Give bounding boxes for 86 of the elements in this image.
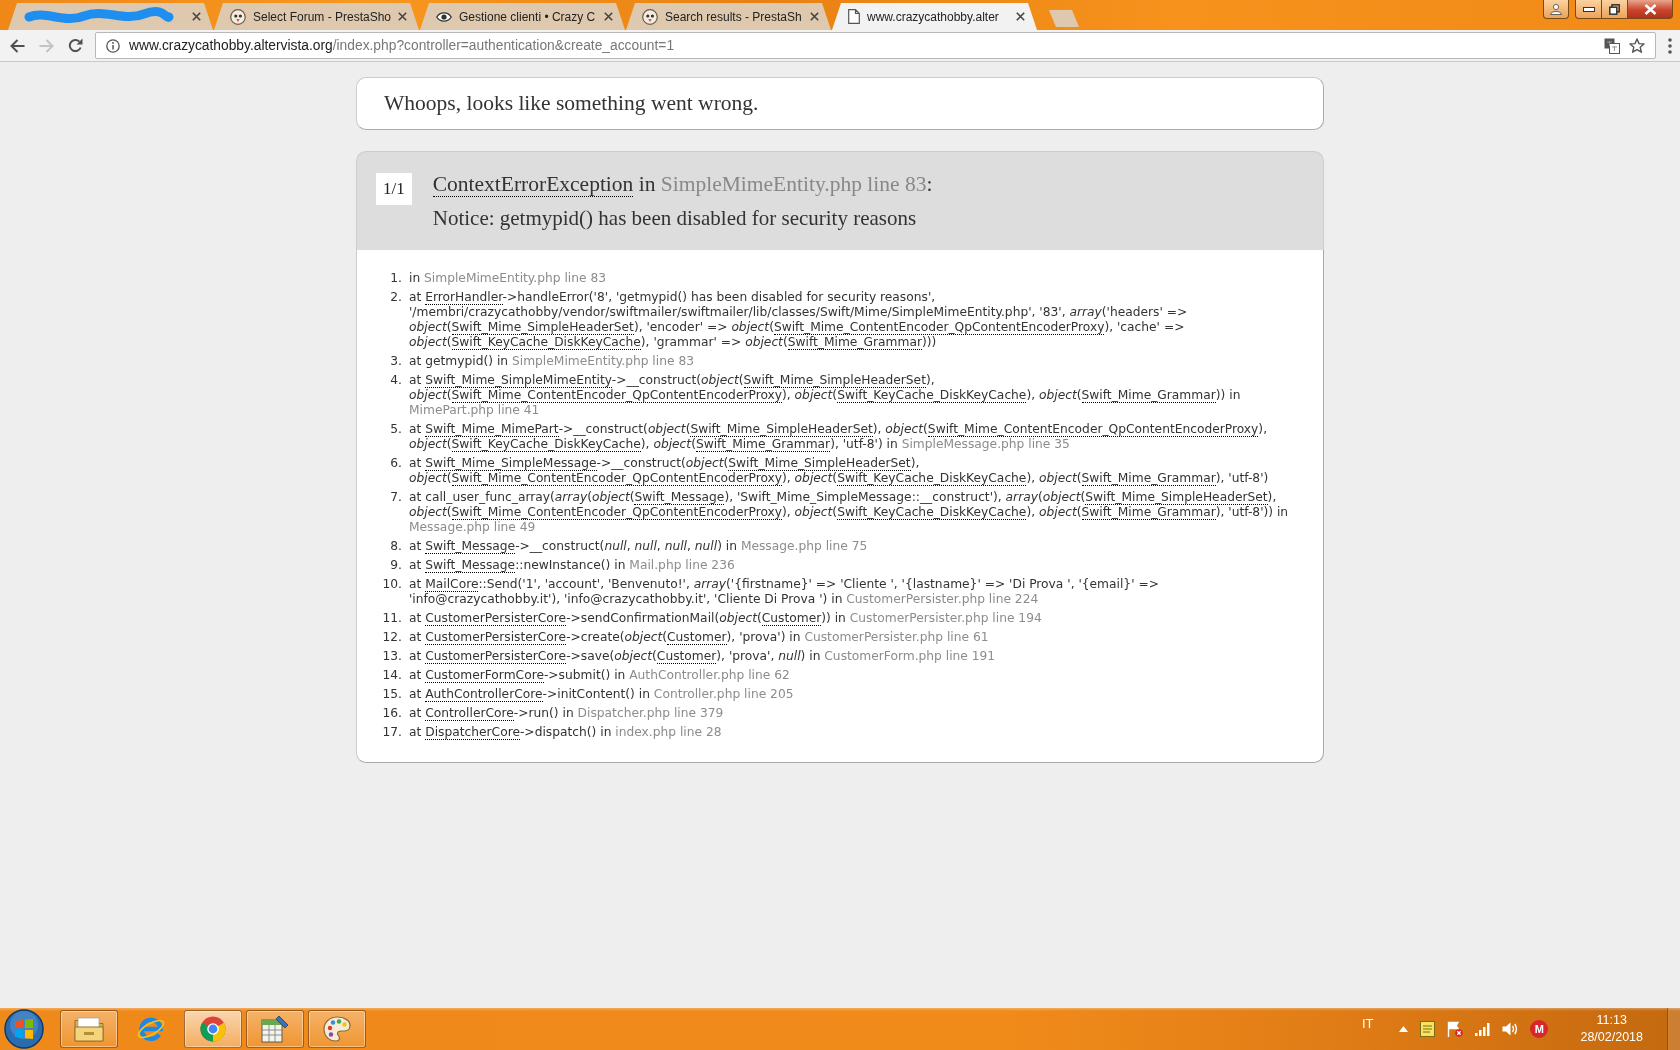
clock-time[interactable]: 11:13 — [1596, 1012, 1627, 1029]
trace-number: 14. — [381, 668, 402, 683]
trace-number: 17. — [381, 725, 402, 740]
folder-icon — [74, 1016, 104, 1042]
close-icon[interactable] — [810, 12, 819, 21]
address-bar[interactable]: www.crazycathobby.altervista.org/index.php?controller=authentication&create_account=1 — [95, 32, 1656, 59]
trace-number: 3. — [389, 354, 402, 369]
taskbar-button[interactable] — [60, 1010, 118, 1048]
speaker-icon[interactable] — [1502, 1022, 1519, 1036]
star-icon[interactable] — [1629, 38, 1645, 53]
close-icon[interactable] — [398, 12, 407, 21]
browser-tab[interactable]: Search results - PrestaSh — [626, 3, 831, 30]
trace-line: at AuthControllerCore->initContent() in Controller.php line 205 — [409, 687, 795, 702]
e-logo-icon — [136, 1015, 166, 1043]
trace-line: at CustomerPersisterCore->sendConfirmationMail(object(Customer)) in CustomerPersister.php line 194 — [409, 611, 1043, 626]
trace-line: at getmypid() in SimpleMimeEntity.php line 83 — [409, 354, 695, 369]
profile-button[interactable] — [1543, 0, 1569, 19]
translate-icon[interactable] — [1604, 37, 1620, 54]
clock-date[interactable]: 28/02/2018 — [1580, 1029, 1643, 1046]
trace-number: 4. — [389, 373, 402, 389]
round-logo-icon — [200, 1016, 226, 1042]
trace-line: at CustomerFormCore->submit() in AuthController.php line 62 — [409, 668, 791, 683]
eye-icon — [436, 11, 452, 22]
trace-line: at MailCore::Send('1', 'account', 'Benvenuto!', array('{firstname}' => 'Cliente ', '{lastname}' => 'Di Prova ', '{email}' => 'info@crazycathobby.it'), 'info@crazycathobby.it', 'Cliente Di Prova ') in CustomerPersister.php line 224 — [409, 577, 1160, 607]
taskbar-button[interactable] — [308, 1010, 366, 1048]
spreadsheet-icon — [261, 1015, 289, 1043]
exception-title: ContextErrorException in SimpleMimeEntity.php line 83: — [432, 172, 933, 196]
info-icon[interactable] — [106, 38, 120, 53]
trace-number: 2. — [389, 290, 402, 306]
trace-line: at ControllerCore->run() in Dispatcher.php line 379 — [409, 706, 725, 721]
exception-message: Notice: getmypid() has been disabled for security reasons — [432, 206, 918, 230]
bird-face-icon — [230, 8, 246, 25]
bird-face-icon — [642, 8, 658, 25]
palette-icon — [323, 1016, 351, 1042]
tray-app-logo[interactable]: M — [1530, 1020, 1549, 1038]
minimize-button[interactable] — [1575, 0, 1602, 19]
signal-icon[interactable] — [1475, 1022, 1491, 1036]
trace-line: at Swift_Mime_SimpleMimeEntity->__construct(object(Swift_Mime_SimpleHeaderSet), object(Swift_Mime_ContentEncoder_QpContentEncoderProxy), object(Swift_KeyCache_DiskKeyCache), object(Swift_Mime_Grammar)) in MimePart.php line 41 — [409, 373, 1242, 418]
trace-line: at CustomerPersisterCore->save(object(Customer), 'prova', null) in CustomerForm.php line 191 — [409, 649, 997, 664]
trace-number: 6. — [389, 456, 402, 472]
trace-line: at Swift_Message->__construct(null, null, null, null) in Message.php line 75 — [409, 539, 869, 554]
trace-line: at Swift_Mime_SimpleMessage->__construct(object(Swift_Mime_SimpleHeaderSet), object(Swift_Mime_ContentEncoder_QpContentEncoderProxy), object(Swift_KeyCache_DiskKeyCache), object(Swift_Mime_Grammar), 'utf-8') — [409, 456, 1270, 486]
trace-line: at CustomerPersisterCore->create(object(Customer), 'prova') in CustomerPersister.php line 61 — [409, 630, 990, 645]
menu-icon[interactable] — [1668, 37, 1672, 54]
person-icon — [1550, 3, 1562, 15]
trace-number: 11. — [381, 611, 402, 626]
flag-icon[interactable] — [1447, 1021, 1464, 1037]
trace-line: at ErrorHandler->handleError('8', 'getmypid() has been disabled for security reasons', '/membri/crazycathobby/vendor/swiftmailer/swiftmailer/lib/classes/Swift/Mime/SimpleMimeEntity.php', '83', array('headers' => object(Swift_Mime_SimpleHeaderSet), 'encoder' => object(Swift_Mime_ContentEncoder_QpContentEncoderProxy), 'cache' => object(Swift_KeyCache_DiskKeyCache), 'grammar' => object(Swift_Mime_Grammar))) — [409, 290, 1189, 350]
close-icon — [1643, 3, 1657, 15]
close-button[interactable] — [1628, 0, 1673, 19]
start-orb-icon[interactable] — [4, 1009, 44, 1049]
trace-line: at call_user_func_array(array(object(Swift_Message), 'Swift_Mime_SimpleMessage::__construct'), array(object(Swift_Mime_SimpleHeaderSet), object(Swift_Mime_ContentEncoder_QpContentEncoderProxy), object(Swift_KeyCache_DiskKeyCache), object(Swift_Mime_Grammar), 'utf-8')) in Message.php line 49 — [409, 490, 1289, 535]
trace-number: 8. — [389, 539, 402, 554]
note-icon[interactable] — [1420, 1021, 1436, 1037]
close-icon[interactable] — [604, 12, 613, 21]
restore-button[interactable] — [1602, 0, 1628, 19]
close-icon[interactable] — [1016, 12, 1025, 21]
trace-number: 5. — [389, 422, 402, 438]
trace-line: at Swift_Message::newInstance() in Mail.php line 236 — [409, 558, 736, 573]
taskbar-button[interactable] — [184, 1010, 242, 1048]
trace-number: 10. — [381, 577, 402, 593]
trace-line: in SimpleMimeEntity.php line 83 — [409, 271, 608, 286]
trace-number: 13. — [381, 649, 402, 664]
browser-tab[interactable]: Gestione clienti • Crazy C — [420, 3, 625, 30]
chevron-up-icon[interactable] — [1399, 1026, 1409, 1032]
trace-line: at Swift_Mime_MimePart->__construct(object(Swift_Mime_SimpleHeaderSet), object(Swift_Mime_ContentEncoder_QpContentEncoderProxy), object(Swift_KeyCache_DiskKeyCache), object(Swift_Mime_Grammar), 'utf-8') in SimpleMessage.php line 35 — [409, 422, 1269, 452]
trace-line: at DispatcherCore->dispatch() in index.php line 28 — [409, 725, 723, 740]
taskbar-button[interactable] — [246, 1010, 304, 1048]
reload-icon[interactable] — [68, 38, 83, 53]
browser-tab[interactable]: www.crazycathobby.alter — [832, 3, 1037, 30]
trace-number: 9. — [389, 558, 402, 573]
minimize-icon — [1582, 6, 1595, 12]
url-text[interactable]: www.crazycathobby.altervista.org/index.php?controller=authentication&create_account=1 — [129, 38, 1595, 53]
trace-number: 1. — [389, 271, 402, 286]
trace-number: 16. — [381, 706, 402, 721]
trace-number: 7. — [389, 490, 402, 506]
error-heading: Whoops, looks like something went wrong. — [384, 91, 759, 116]
show-desktop-button[interactable] — [1667, 1008, 1680, 1050]
close-icon[interactable] — [192, 12, 201, 21]
exception-counter: 1/1 — [376, 173, 412, 205]
trace-number: 15. — [381, 687, 402, 702]
trace-number: 12. — [381, 630, 402, 645]
restore-icon — [1609, 3, 1620, 15]
back-icon[interactable] — [10, 38, 25, 53]
browser-tab[interactable]: Select Forum - PrestaSho — [214, 3, 419, 30]
page-icon — [848, 9, 860, 24]
